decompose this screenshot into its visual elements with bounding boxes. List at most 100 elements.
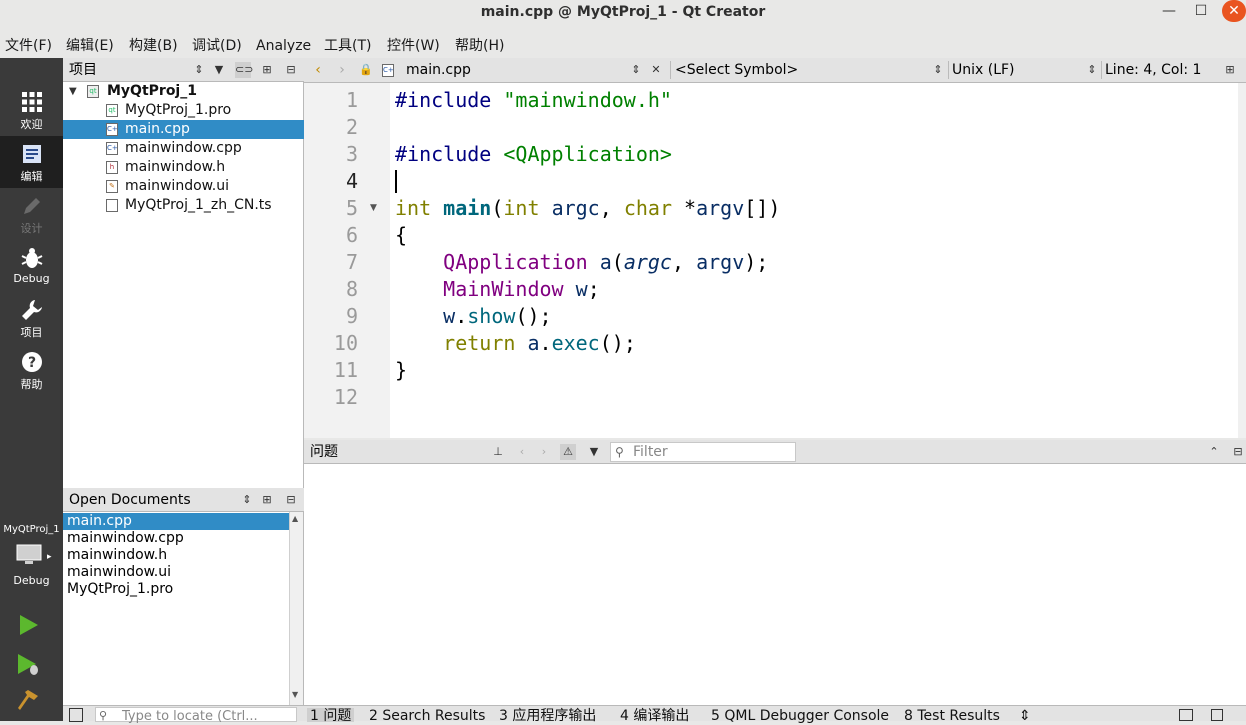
menu-help[interactable]: 帮助(H) (455, 34, 504, 58)
line-number: 3 (345, 142, 358, 166)
menu-edit[interactable]: 编辑(E) (66, 34, 114, 58)
line-ending-combo[interactable]: Unix (LF) (952, 58, 1015, 83)
text-cursor (395, 170, 397, 193)
tree-item[interactable]: ✎ mainwindow.ui (63, 177, 304, 196)
mode-help-label: 帮助 (20, 378, 43, 391)
tree-item-label: MyQtProj_1_zh_CN.ts (125, 197, 272, 213)
tree-item[interactable]: C+ mainwindow.cpp (63, 139, 304, 158)
target-mode-label: Debug (13, 574, 50, 587)
debug-run-button[interactable] (16, 652, 40, 676)
menu-analyze[interactable]: Analyze (256, 34, 311, 58)
run-button[interactable] (16, 613, 40, 637)
tree-item[interactable]: MyQtProj_1_zh_CN.ts (63, 196, 304, 215)
progress-details-icon[interactable] (1179, 709, 1193, 721)
next-icon[interactable]: › (536, 444, 552, 460)
grid-icon (21, 92, 42, 112)
ui-file-icon: ✎ (106, 180, 118, 193)
output-tab-qml-debugger[interactable]: 5 QML Debugger Console (711, 708, 889, 724)
maximize-panel-icon[interactable]: ⌃ (1206, 444, 1222, 460)
split-icon[interactable]: ⊞ (1222, 62, 1238, 78)
qt-project-icon: qt (87, 85, 99, 98)
scroll-down-icon[interactable]: ▼ (292, 690, 298, 699)
filter-input[interactable]: ⚲ Filter (610, 442, 796, 462)
split-icon[interactable]: ⊞ (259, 62, 275, 78)
warning-icon[interactable]: ⚠ (560, 444, 576, 460)
mode-welcome[interactable]: 欢迎 (0, 84, 63, 136)
menu-build[interactable]: 构建(B) (129, 34, 178, 58)
more-tabs-arrows-icon[interactable]: ⇕ (1019, 708, 1031, 724)
output-tab-test-results[interactable]: 8 Test Results (904, 708, 1000, 724)
output-tab-compile-output[interactable]: 4 编译输出 (620, 708, 689, 724)
close-document-icon[interactable]: ✕ (648, 62, 664, 78)
combo-arrows-icon[interactable]: ⇕ (628, 62, 644, 78)
close-button[interactable]: ✕ (1222, 0, 1246, 22)
target-selector[interactable]: ▸ Debug (0, 540, 63, 590)
split-icon[interactable]: ⊞ (259, 492, 275, 508)
mode-edit[interactable]: 编辑 (0, 136, 63, 188)
close-pane-icon[interactable]: ⊟ (283, 62, 299, 78)
maximize-button[interactable]: ☐ (1182, 0, 1220, 24)
link-icon[interactable]: ⊂⊃ (235, 62, 253, 78)
clear-icon[interactable]: ⊥ (490, 444, 506, 460)
open-document-item[interactable]: mainwindow.h (63, 547, 289, 564)
pane-select-arrows-icon[interactable]: ⇕ (191, 62, 207, 78)
filter-icon[interactable]: ▼ (211, 62, 227, 78)
combo-arrows-icon[interactable]: ⇕ (1084, 62, 1100, 78)
editor-scrollbar[interactable] (1238, 83, 1246, 438)
lock-icon: 🔒 (359, 63, 373, 76)
fold-marker-icon[interactable]: ▼ (370, 195, 377, 222)
scroll-up-icon[interactable]: ▲ (292, 514, 298, 523)
menu-file[interactable]: 文件(F) (5, 34, 52, 58)
run-icon (20, 615, 38, 635)
close-panel-icon[interactable]: ⊟ (1230, 444, 1246, 460)
issues-title: 问题 (310, 444, 338, 460)
toggle-sidebar-icon[interactable] (69, 708, 83, 722)
open-document-item[interactable]: mainwindow.cpp (63, 530, 289, 547)
line-number: 9 (345, 304, 358, 328)
pane-select-arrows-icon[interactable]: ⇕ (239, 492, 255, 508)
separator (1101, 61, 1102, 79)
project-pane-title: 项目 (69, 62, 97, 78)
forward-icon[interactable]: › (334, 62, 350, 78)
cursor-position[interactable]: Line: 4, Col: 1 (1105, 58, 1201, 83)
code-editor[interactable]: #include "mainwindow.h" #include <QAppli… (390, 83, 1238, 438)
output-tab-application-output[interactable]: 3 应用程序输出 (499, 708, 596, 724)
symbol-combo[interactable]: <Select Symbol> (675, 58, 798, 83)
combo-arrows-icon[interactable]: ⇕ (930, 62, 946, 78)
mode-design[interactable]: 设计 (0, 188, 63, 240)
mode-help[interactable]: ? 帮助 (0, 344, 63, 396)
menu-tools[interactable]: 工具(T) (324, 34, 371, 58)
project-pane-header: 项目 ⇕ ▼ ⊂⊃ ⊞ ⊟ (63, 58, 304, 82)
filter-icon[interactable]: ▼ (586, 444, 602, 460)
mode-projects[interactable]: 项目 (0, 292, 63, 344)
line-number: 5 (345, 196, 358, 220)
menu-widgets[interactable]: 控件(W) (387, 34, 440, 58)
tree-root[interactable]: ▼ qt MyQtProj_1 (63, 82, 304, 101)
mode-welcome-label: 欢迎 (20, 118, 43, 131)
tree-item-selected[interactable]: C+ main.cpp (63, 120, 304, 139)
open-document-item-selected[interactable]: main.cpp (63, 513, 289, 530)
line-number-gutter: 1 2 3 4 5 ▼ 6 7 8 9 10 11 12 (304, 83, 390, 438)
close-pane-icon[interactable]: ⊟ (283, 492, 299, 508)
cpp-file-icon: C+ (106, 142, 118, 155)
output-tab-search-results[interactable]: 2 Search Results (369, 708, 485, 724)
output-tab-issues[interactable]: 1 问题 (307, 708, 355, 724)
tree-item[interactable]: qt MyQtProj_1.pro (63, 101, 304, 120)
line-number: 12 (333, 385, 358, 409)
locator-input[interactable]: ⚲ Type to locate (Ctrl... (95, 707, 297, 724)
hammer-icon (18, 690, 38, 710)
tree-item[interactable]: h mainwindow.h (63, 158, 304, 177)
open-document-item[interactable]: mainwindow.ui (63, 564, 289, 581)
monitor-icon (16, 544, 42, 564)
back-icon[interactable]: ‹ (310, 62, 326, 78)
menu-debug[interactable]: 调试(D) (192, 34, 242, 58)
code-line: { (395, 223, 408, 247)
prev-icon[interactable]: ‹ (514, 444, 530, 460)
open-document-item[interactable]: MyQtProj_1.pro (63, 581, 289, 598)
scrollbar[interactable]: ▲ ▼ (289, 512, 303, 705)
current-file-combo[interactable]: main.cpp (406, 58, 471, 83)
toggle-output-icon[interactable] (1211, 709, 1223, 721)
line-number: 11 (333, 358, 358, 382)
mode-debug[interactable]: Debug (0, 240, 63, 292)
build-button[interactable] (16, 688, 40, 712)
